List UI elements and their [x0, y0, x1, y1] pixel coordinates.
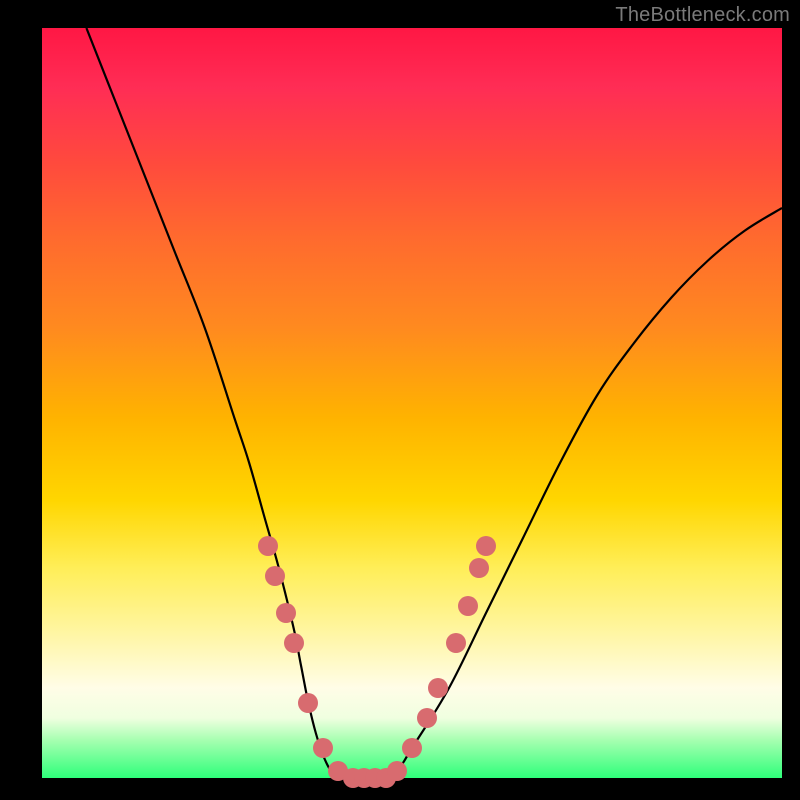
data-marker: [469, 558, 489, 578]
data-marker: [284, 633, 304, 653]
data-marker: [417, 708, 437, 728]
data-marker: [402, 738, 422, 758]
data-marker: [387, 761, 407, 781]
data-marker: [428, 678, 448, 698]
data-marker: [265, 566, 285, 586]
bottleneck-curve: [86, 28, 782, 778]
plot-area: [42, 28, 782, 778]
chart-canvas: TheBottleneck.com: [0, 0, 800, 800]
data-marker: [458, 596, 478, 616]
curve-layer: [42, 28, 782, 778]
data-marker: [258, 536, 278, 556]
data-marker: [476, 536, 496, 556]
watermark-text: TheBottleneck.com: [615, 4, 790, 27]
